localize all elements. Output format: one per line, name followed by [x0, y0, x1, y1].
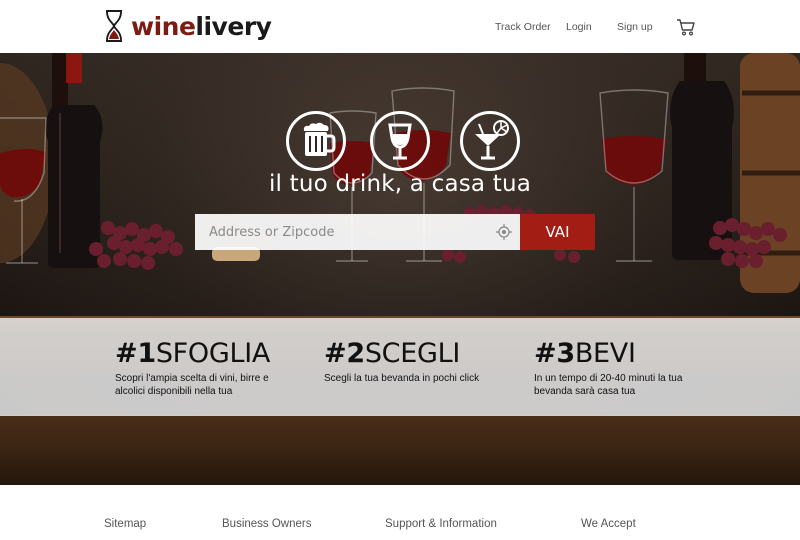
go-button[interactable]: VAI [520, 214, 595, 250]
step-3: #3BEVI In un tempo di 20-40 minuti la tu… [534, 340, 704, 398]
step-3-word: BEVI [574, 338, 636, 369]
crosshair-icon[interactable] [496, 224, 512, 240]
login-link[interactable]: Login [566, 21, 592, 33]
site-header: winelivery Track Order Login Sign up [0, 0, 800, 53]
logo-text-wine: wine [131, 11, 196, 41]
cart-icon[interactable] [676, 17, 696, 37]
beer-icon-circle [286, 111, 346, 171]
logo-text: winelivery [131, 11, 272, 41]
search-box [195, 214, 520, 250]
step-1-word: SFOGLIA [155, 338, 271, 369]
sign-up-link[interactable]: Sign up [617, 21, 653, 33]
hourglass-icon [106, 10, 122, 42]
drink-icons [286, 111, 522, 173]
footer-sitemap-link[interactable]: Sitemap [104, 518, 146, 530]
address-search: VAI [195, 214, 595, 250]
wine-glass-icon [388, 123, 412, 160]
footer-we-accept-heading: We Accept [581, 518, 636, 530]
footer-business-owners-link[interactable]: Business Owners [222, 518, 311, 530]
step-2-word: SCEGLI [364, 338, 460, 369]
cocktail-icon-circle [460, 111, 520, 171]
step-2: #2SCEGLI Scegli la tua bevanda in pochi … [324, 340, 494, 385]
step-3-desc: In un tempo di 20-40 minuti la tua bevan… [534, 373, 683, 397]
hero-tagline: il tuo drink, a casa tua [268, 171, 532, 197]
site-footer: Sitemap Business Owners Support & Inform… [0, 485, 800, 540]
step-1-desc: Scopri l'ampia scelta di vini, birre e a… [115, 373, 269, 397]
cocktail-icon [475, 120, 509, 160]
track-order-link[interactable]: Track Order [495, 21, 551, 33]
address-input[interactable] [195, 214, 520, 250]
footer-support-link[interactable]: Support & Information [385, 518, 497, 530]
step-3-number: #3 [534, 338, 575, 369]
hero-banner: il tuo drink, a casa tua VAI #1SFOGLIA S… [0, 53, 800, 485]
step-1: #1SFOGLIA Scopri l'ampia scelta di vini,… [115, 340, 285, 398]
beer-mug-icon [303, 122, 336, 156]
steps-band: #1SFOGLIA Scopri l'ampia scelta di vini,… [0, 318, 800, 416]
step-2-desc: Scegli la tua bevanda in pochi click [324, 373, 480, 384]
step-3-title: #3BEVI [534, 340, 704, 368]
step-1-number: #1 [115, 338, 156, 369]
logo[interactable]: winelivery [104, 10, 272, 42]
step-2-title: #2SCEGLI [324, 340, 494, 368]
logo-text-livery: livery [195, 11, 272, 41]
step-1-title: #1SFOGLIA [115, 340, 285, 368]
wine-icon-circle [370, 111, 430, 171]
step-2-number: #2 [324, 338, 365, 369]
